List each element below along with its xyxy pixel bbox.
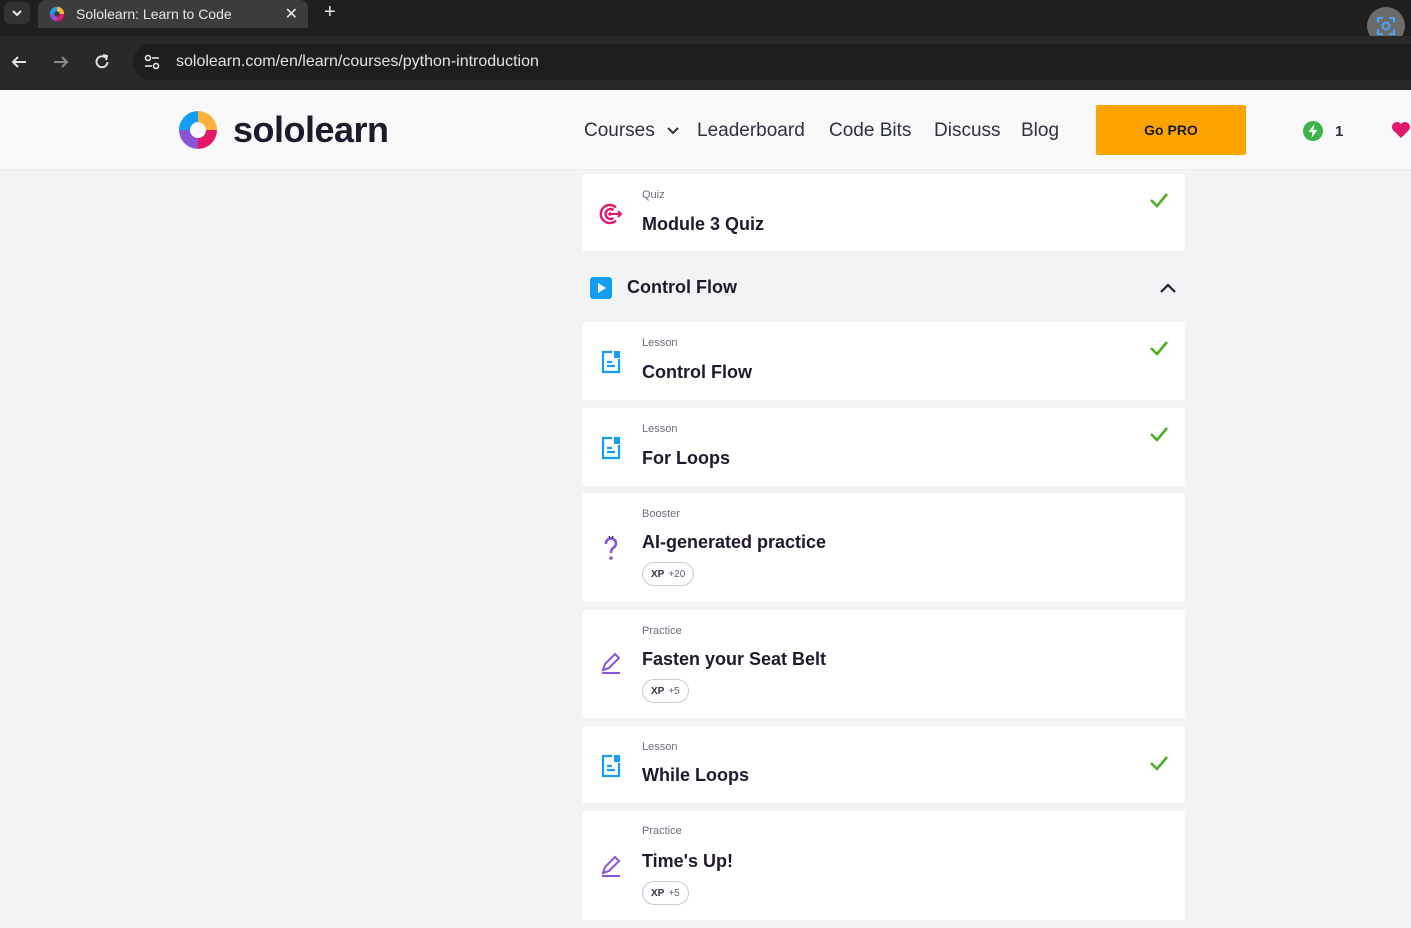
- card-title: Fasten your Seat Belt: [642, 649, 827, 669]
- quiz-card[interactable]: Quiz Module 3 Quiz: [582, 174, 1185, 251]
- back-button[interactable]: [7, 50, 31, 74]
- tab-search-button[interactable]: [4, 2, 30, 24]
- heart-icon[interactable]: [1391, 121, 1411, 139]
- streak-count: 1: [1335, 122, 1344, 140]
- sololearn-logo[interactable]: sololearn: [175, 107, 389, 153]
- forward-button[interactable]: [49, 50, 73, 74]
- checkmark-icon: [1150, 193, 1168, 208]
- tab-title: Sololearn: Learn to Code: [76, 6, 232, 22]
- nav-leaderboard[interactable]: Leaderboard: [697, 120, 805, 142]
- lesson-icon: [601, 436, 621, 460]
- checkmark-icon: [1150, 427, 1168, 442]
- checkmark-icon: [1150, 341, 1168, 356]
- url-text[interactable]: sololearn.com/en/learn/courses/python-in…: [176, 53, 539, 71]
- card-type-label: Booster: [642, 508, 680, 520]
- site-info-icon[interactable]: [141, 51, 163, 73]
- lesson-icon: [601, 350, 621, 374]
- lesson-card-control-flow[interactable]: Lesson Control Flow: [582, 322, 1185, 400]
- lesson-card-while-loops[interactable]: Lesson While Loops: [582, 726, 1185, 803]
- lesson-icon: [601, 754, 621, 778]
- browser-tab-bar: Sololearn: Learn to Code ✕ +: [0, 0, 1411, 45]
- card-title: While Loops: [642, 765, 749, 785]
- nav-courses-label: Courses: [584, 120, 655, 141]
- practice-card-seat-belt[interactable]: Practice Fasten your Seat Belt XP +5: [582, 610, 1185, 718]
- card-title: For Loops: [642, 448, 730, 468]
- pencil-icon: [601, 652, 621, 674]
- xp-label: XP: [651, 568, 665, 580]
- xp-badge: XP +20: [642, 562, 695, 586]
- target-icon: [599, 203, 623, 225]
- practice-card-times-up[interactable]: Practice Time's Up! XP +5: [582, 811, 1185, 920]
- xp-label: XP: [651, 887, 665, 899]
- arrow-right-icon: [54, 56, 69, 68]
- close-icon[interactable]: ✕: [285, 4, 298, 24]
- booster-card-ai-practice[interactable]: Booster AI-generated practice XP +20: [582, 493, 1185, 602]
- xp-label: XP: [651, 685, 665, 697]
- chevron-up-icon[interactable]: [1158, 278, 1178, 298]
- nav-blog[interactable]: Blog: [1021, 120, 1059, 142]
- lens-icon: [1377, 17, 1395, 35]
- xp-value: +5: [668, 685, 680, 697]
- module-header[interactable]: Control Flow: [582, 262, 1185, 312]
- question-icon: [604, 535, 618, 560]
- checkmark-icon: [1150, 756, 1168, 771]
- module-title: Control Flow: [627, 277, 737, 297]
- new-tab-icon[interactable]: +: [324, 2, 336, 22]
- lesson-card-for-loops[interactable]: Lesson For Loops: [582, 408, 1185, 486]
- chevron-down-icon: [667, 127, 679, 135]
- card-title: Module 3 Quiz: [642, 214, 765, 234]
- xp-value: +5: [668, 887, 680, 899]
- go-pro-button[interactable]: Go PRO: [1096, 105, 1246, 155]
- nav-courses[interactable]: Courses: [584, 120, 680, 142]
- streak-counter[interactable]: 1: [1303, 121, 1343, 141]
- card-type-label: Lesson: [642, 337, 678, 349]
- xp-badge: XP +5: [642, 679, 689, 703]
- chevron-down-icon: [12, 10, 22, 17]
- card-type-label: Lesson: [642, 423, 678, 435]
- card-type-label: Practice: [642, 825, 682, 837]
- nav-code-bits[interactable]: Code Bits: [829, 120, 911, 142]
- reload-icon: [95, 54, 109, 69]
- sololearn-logo-icon: [179, 111, 217, 149]
- play-icon: [590, 277, 612, 299]
- card-title: Time's Up!: [642, 851, 733, 871]
- nav-discuss[interactable]: Discuss: [934, 120, 1001, 142]
- site-header: sololearn Courses Leaderboard Code Bits …: [0, 90, 1411, 170]
- reload-button[interactable]: [90, 50, 114, 74]
- card-type-label: Lesson: [642, 741, 678, 753]
- card-type-label: Quiz: [642, 189, 665, 201]
- lightning-icon: [1303, 121, 1323, 141]
- pencil-icon: [601, 855, 621, 877]
- arrow-left-icon: [11, 56, 26, 68]
- card-title: AI-generated practice: [642, 532, 827, 552]
- logo-text: sololearn: [233, 109, 389, 150]
- xp-badge: XP +5: [642, 881, 689, 905]
- card-title: Control Flow: [642, 362, 752, 382]
- browser-tab[interactable]: Sololearn: Learn to Code ✕: [38, 0, 308, 28]
- address-bar[interactable]: sololearn.com/en/learn/courses/python-in…: [133, 44, 1411, 80]
- xp-value: +20: [668, 568, 686, 580]
- browser-toolbar: sololearn.com/en/learn/courses/python-in…: [0, 36, 1411, 90]
- card-type-label: Practice: [642, 625, 682, 637]
- sololearn-favicon-icon: [49, 6, 65, 22]
